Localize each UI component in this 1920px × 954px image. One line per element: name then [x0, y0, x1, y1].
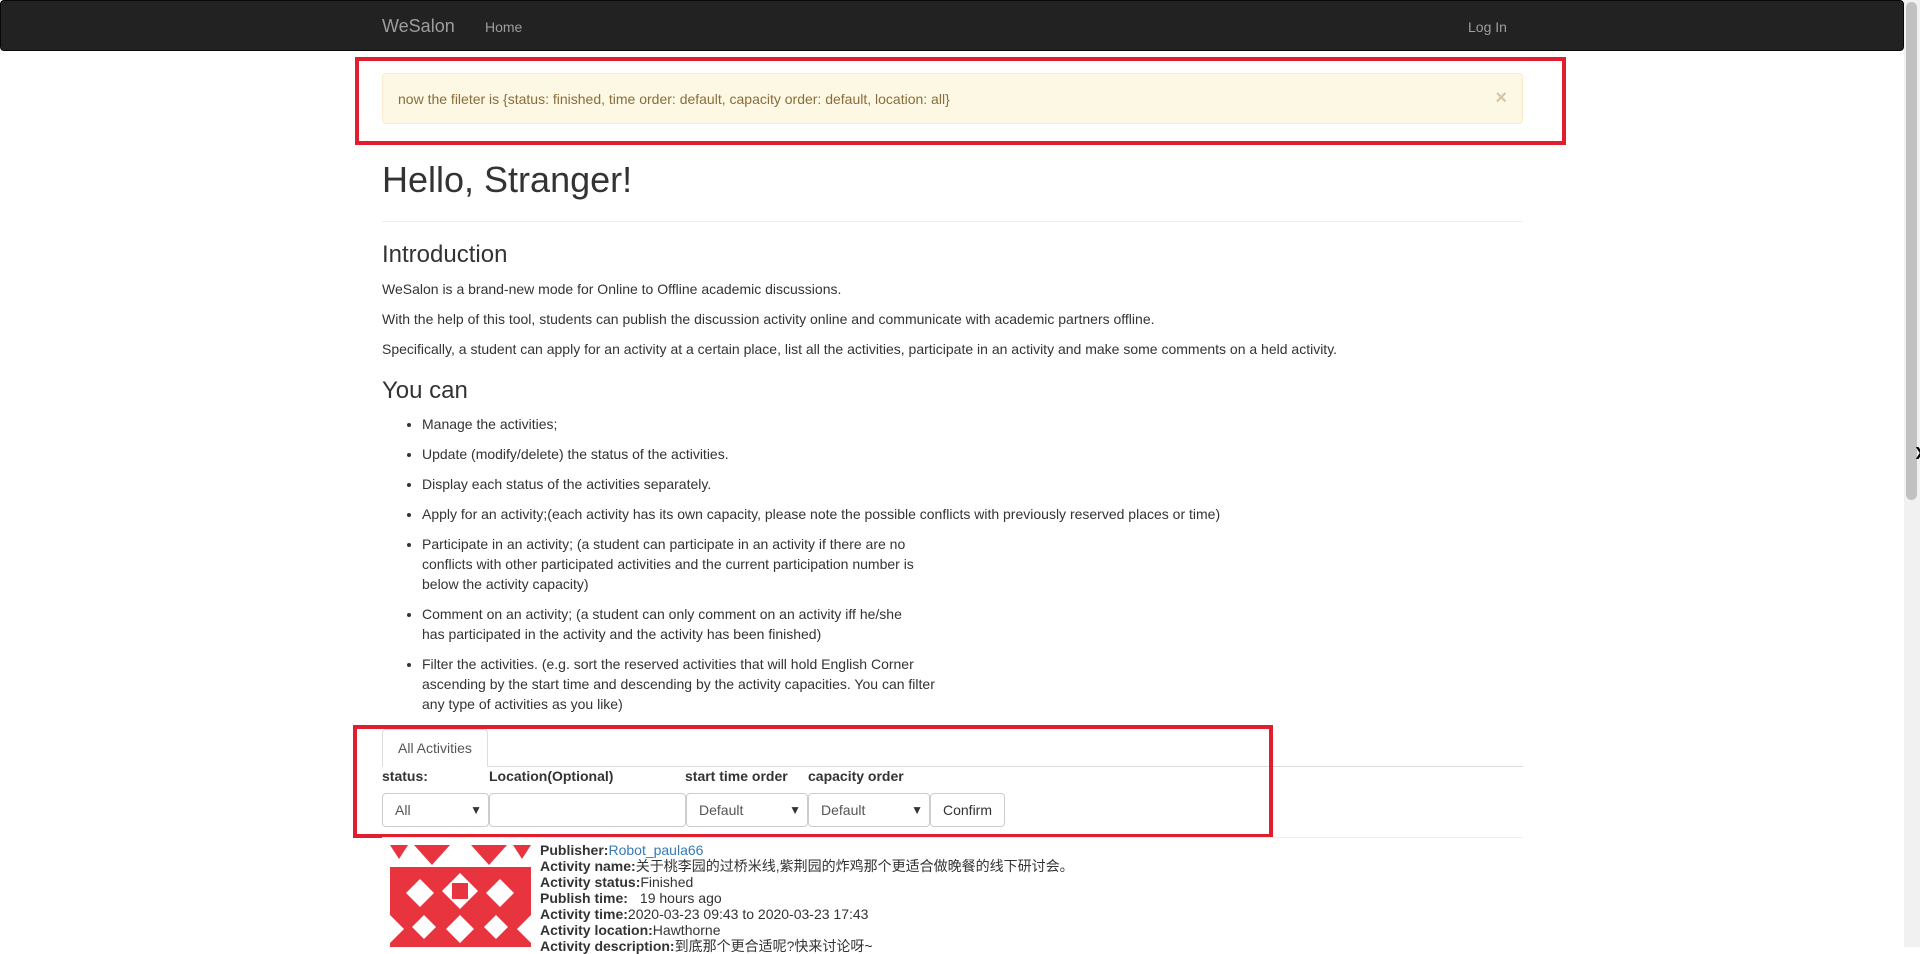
activity-description: 到底那个更合适呢?快来讨论呀~ — [674, 938, 873, 954]
publisher-link[interactable]: Robot_paula66 — [608, 842, 703, 858]
start-time-order-value: Default — [699, 802, 744, 818]
intro-paragraph: WeSalon is a brand-new mode for Online t… — [382, 281, 842, 297]
list-item: Comment on an activity; (a student can o… — [422, 604, 922, 644]
confirm-button[interactable]: Confirm — [930, 793, 1006, 827]
list-item: Display each status of the activities se… — [422, 474, 1322, 494]
avatar[interactable] — [390, 845, 531, 947]
start-time-order-select[interactable]: Default ▼ — [686, 793, 808, 827]
status-select[interactable]: All ▼ — [382, 793, 489, 827]
publisher-line: Publisher:Robot_paula66 — [540, 842, 703, 858]
list-item: Apply for an activity;(each activity has… — [422, 504, 1322, 524]
tab-all-activities[interactable]: All Activities — [382, 729, 488, 767]
start-time-label: start time order — [685, 768, 788, 784]
navbar: WeSalon Home Log In — [0, 0, 1904, 51]
location-label: Location(Optional) — [489, 768, 614, 784]
brand-link[interactable]: WeSalon — [382, 15, 455, 37]
publish-time-label: Publish time: — [540, 890, 628, 906]
status-select-value: All — [395, 802, 411, 818]
location-input[interactable] — [489, 793, 686, 827]
capacity-order-select[interactable]: Default ▼ — [808, 793, 930, 827]
location-input-value — [490, 802, 502, 818]
divider — [382, 837, 1523, 838]
capacity-order-value: Default — [821, 802, 866, 818]
filter-alert: now the fileter is {status: finished, ti… — [382, 73, 1523, 124]
divider — [382, 221, 1523, 222]
list-item: Filter the activities. (e.g. sort the re… — [422, 654, 947, 714]
activity-location-line: Activity location:Hawthorne — [540, 922, 721, 938]
alert-text: now the fileter is {status: finished, ti… — [398, 91, 950, 107]
intro-paragraph: Specifically, a student can apply for an… — [382, 341, 1338, 357]
activity-name: 关于桃李园的过桥米线,紫荆园的炸鸡那个更适合做晚餐的线下研讨会。 — [635, 858, 1074, 874]
activity-name-label: Activity name: — [540, 858, 636, 874]
activity-description-line: Activity description:到底那个更合适呢?快来讨论呀~ — [540, 938, 873, 954]
list-item: Participate in an activity; (a student c… — [422, 534, 932, 594]
publish-time: 19 hours ago — [639, 890, 722, 906]
chevron-down-icon: ▼ — [470, 803, 482, 817]
intro-heading: Introduction — [382, 241, 508, 268]
chevron-down-icon: ▼ — [789, 803, 801, 817]
nav-home-link[interactable]: Home — [485, 17, 522, 37]
chevron-down-icon: ▼ — [911, 803, 923, 817]
activity-status: Finished — [640, 874, 694, 890]
activity-time-line: Activity time:2020-03-23 09:43 to 2020-0… — [540, 906, 868, 922]
capacity-label: capacity order — [808, 768, 904, 784]
activity-status-label: Activity status: — [540, 874, 641, 890]
status-label: status: — [382, 768, 428, 784]
activity-description-label: Activity description: — [540, 938, 675, 954]
publish-time-line: Publish time: 19 hours ago — [540, 890, 722, 906]
activity-location: Hawthorne — [652, 922, 721, 938]
publisher-label: Publisher: — [540, 842, 609, 858]
close-icon[interactable]: × — [1495, 88, 1507, 108]
mouse-cursor-icon: ❯ — [1914, 444, 1920, 461]
activity-location-label: Activity location: — [540, 922, 653, 938]
activity-time: 2020-03-23 09:43 to 2020-03-23 17:43 — [627, 906, 869, 922]
activity-name-line: Activity name:关于桃李园的过桥米线,紫荆园的炸鸡那个更适合做晚餐的… — [540, 858, 1074, 874]
page-title: Hello, Stranger! — [382, 159, 633, 200]
youcan-heading: You can — [382, 377, 468, 404]
feature-list: Manage the activities; Update (modify/de… — [382, 414, 1322, 724]
scrollbar-thumb[interactable] — [1906, 2, 1917, 500]
activity-status-line: Activity status:Finished — [540, 874, 693, 890]
list-item: Update (modify/delete) the status of the… — [422, 444, 1322, 464]
intro-paragraph: With the help of this tool, students can… — [382, 311, 1155, 327]
nav-login-link[interactable]: Log In — [1468, 17, 1507, 37]
activity-time-label: Activity time: — [540, 906, 628, 922]
list-item: Manage the activities; — [422, 414, 1322, 434]
